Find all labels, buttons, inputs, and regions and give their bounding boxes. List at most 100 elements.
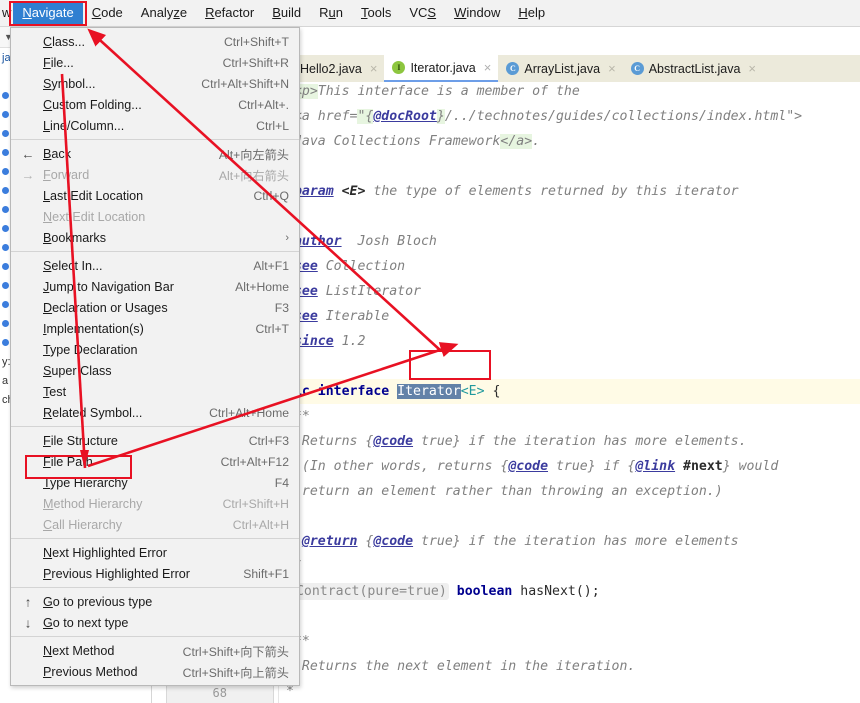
code-line: @see ListIterator [286,284,421,299]
menu-option-class[interactable]: Class... Ctrl+Shift+T [11,31,299,52]
menu-item-run[interactable]: Run [310,1,352,26]
menu-item-build[interactable]: Build [263,1,310,26]
java-class-icon: C [506,62,520,75]
main-menu-bar[interactable]: w Navigate Code Analyze Refactor Build Run Tool… [0,0,860,27]
menu-option-back[interactable]: ← Back Alt+向左箭头 [11,143,299,164]
menu-option-shortcut: F4 [274,475,289,490]
menu-item-navigate[interactable]: Navigate [13,0,83,26]
editor-tab-arraylist-java[interactable]: C ArrayList.java × [498,55,622,82]
menu-option-next-highlighted-error[interactable]: Next Highlighted Error [11,542,299,563]
java-file-icon [2,320,9,327]
menu-option-label: Bookmarks [43,230,106,245]
menu-option-type-declaration[interactable]: Type Declaration [11,339,299,360]
menu-option-label: Test [43,384,67,399]
code-line: Java Collections Framework</a>. [286,134,541,149]
menu-separator [11,636,299,637]
close-icon[interactable]: × [608,62,616,75]
code-line: @author Josh Bloch [286,234,437,249]
chevron-right-icon: › [285,231,289,244]
menu-option-label: Previous Highlighted Error [43,566,190,581]
menu-item-refactor[interactable]: Refactor [196,1,263,26]
java-file-icon [2,168,9,175]
menu-option-type-hierarchy[interactable]: Type Hierarchy F4 [11,472,299,493]
menu-option-label: Declaration or Usages [43,300,168,315]
menu-option-select-in[interactable]: Select In... Alt+F1 [11,255,299,276]
menu-option-symbol[interactable]: Symbol... Ctrl+Alt+Shift+N [11,73,299,94]
menu-option-shortcut: Ctrl+Alt+F12 [220,454,289,469]
menu-option-test[interactable]: Test [11,381,299,402]
menu-option-label: File... [43,55,74,70]
menu-option-bookmarks[interactable]: Bookmarks › [11,227,299,248]
menu-option-related-symbol[interactable]: Related Symbol... Ctrl+Alt+Home [11,402,299,423]
menu-option-previous-method[interactable]: Previous Method Ctrl+Shift+向上箭头 [11,661,299,682]
menu-separator [11,426,299,427]
menu-option-jump-to-navigation-bar[interactable]: Jump to Navigation Bar Alt+Home [11,276,299,297]
java-file-icon [2,339,9,346]
project-tree-item-label: a [2,374,9,387]
menu-option-declaration-or-usages[interactable]: Declaration or Usages F3 [11,297,299,318]
navigate-dropdown-menu[interactable]: Class... Ctrl+Shift+T File... Ctrl+Shift+R S… [10,27,300,686]
menu-option-label: Symbol... [43,76,96,91]
menu-option-label: Select In... [43,258,103,273]
menu-option-label: Go to next type [43,615,129,630]
back-arrow-icon: ← [21,146,35,161]
menu-option-go-to-previous-type[interactable]: ↑ Go to previous type [11,591,299,612]
menu-option-shortcut: Ctrl+Shift+R [222,55,289,70]
editor-tab-bar[interactable]: C Hello2.java × I Iterator.java × C ArrayList.j… [274,55,860,82]
menu-item-vcs[interactable]: VCS [400,1,445,26]
java-file-icon [2,263,9,270]
menu-option-shortcut: Ctrl+Shift+向下箭头 [182,644,289,659]
menu-separator [11,587,299,588]
close-icon[interactable]: × [370,62,378,75]
menu-option-implementation-s[interactable]: Implementation(s) Ctrl+T [11,318,299,339]
menu-option-shortcut: F3 [274,300,289,315]
code-view[interactable]: <p>This interface is a member of the <a … [274,82,860,703]
menu-option-file-path[interactable]: File Path Ctrl+Alt+F12 [11,451,299,472]
menu-option-label: Last Edit Location [43,188,144,203]
menu-option-line-column[interactable]: Line/Column... Ctrl+L [11,115,299,136]
code-line: @see Iterable [286,309,390,324]
menu-option-file-structure[interactable]: File Structure Ctrl+F3 [11,430,299,451]
code-line: * (In other words, returns {@code true} … [286,459,779,474]
menu-option-next-method[interactable]: Next Method Ctrl+Shift+向下箭头 [11,640,299,661]
code-line: * @return {@code true} if the iteration … [286,534,739,549]
java-file-icon [2,187,9,194]
menu-option-go-to-next-type[interactable]: ↓ Go to next type [11,612,299,633]
editor-tab-iterator-java[interactable]: I Iterator.java × [384,55,499,82]
menu-option-label: Next Edit Location [43,209,146,224]
menu-option-shortcut: Ctrl+F3 [248,433,289,448]
menu-option-last-edit-location[interactable]: Last Edit Location Ctrl+Q [11,185,299,206]
menu-item-tools[interactable]: Tools [352,1,400,26]
java-file-icon [2,282,9,289]
menu-option-label: File Structure [43,433,118,448]
menu-option-label: Jump to Navigation Bar [43,279,174,294]
menu-option-label: Class... [43,34,86,49]
menu-item-analyze[interactable]: Analyze [132,1,196,26]
editor-tab-label: ArrayList.java [524,61,601,76]
code-line: <p>This interface is a member of the [293,84,580,99]
editor-tab-abstractlist-java[interactable]: C AbstractList.java × [623,55,763,82]
menu-option-shortcut: Shift+F1 [243,566,289,581]
menu-option-shortcut: Ctrl+Alt+Shift+N [201,76,289,91]
menu-item-window[interactable]: Window [445,1,509,26]
menu-option-shortcut: Ctrl+Shift+T [223,34,289,49]
code-line: @see Collection [286,259,406,274]
forward-arrow-icon: → [21,167,35,182]
menu-option-label: Call Hierarchy [43,517,123,532]
menu-option-shortcut: Ctrl+L [256,118,289,133]
menu-option-shortcut: Ctrl+Alt+H [232,517,289,532]
menu-item-code[interactable]: Code [83,1,132,26]
close-icon[interactable]: × [748,62,756,75]
menu-item-clipped[interactable]: w [0,1,13,26]
menu-option-file[interactable]: File... Ctrl+Shift+R [11,52,299,73]
menu-option-shortcut: Ctrl+Q [253,188,289,203]
menu-option-super-class[interactable]: Super Class [11,360,299,381]
menu-option-previous-highlighted-error[interactable]: Previous Highlighted Error Shift+F1 [11,563,299,584]
close-icon[interactable]: × [484,61,492,74]
editor-tab-label: AbstractList.java [648,61,741,76]
menu-option-label: Forward [43,167,90,182]
menu-item-help[interactable]: Help [509,1,554,26]
menu-separator [11,139,299,140]
editor-area: C Hello2.java × I Iterator.java × C ArrayList.j… [274,27,860,703]
menu-option-custom-folding[interactable]: Custom Folding... Ctrl+Alt+. [11,94,299,115]
